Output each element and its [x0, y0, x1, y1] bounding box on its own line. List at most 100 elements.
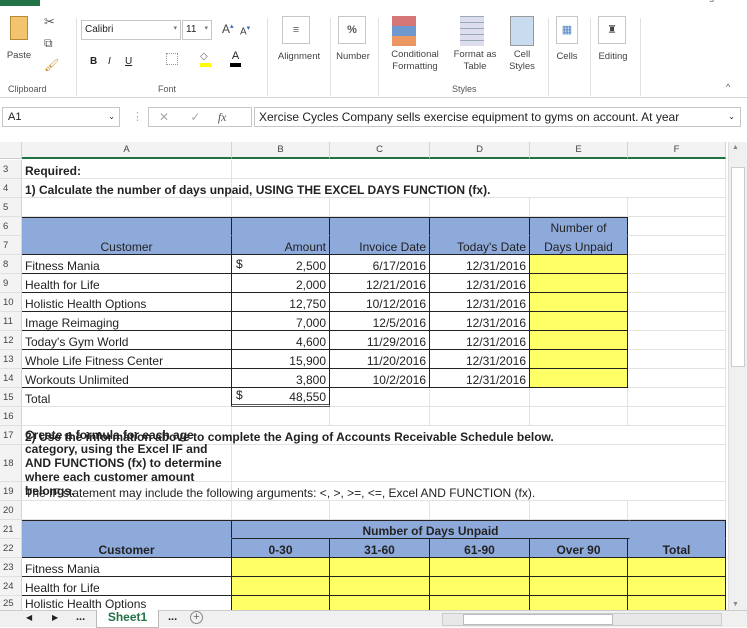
ribbon-tab-review[interactable]: REVIEW [440, 0, 479, 3]
more-sheets-left[interactable]: ... [76, 611, 85, 623]
ribbon-tab-view[interactable]: VIEW [500, 0, 526, 3]
cell-C5[interactable] [330, 198, 430, 217]
cell-D15[interactable] [430, 388, 530, 407]
column-header-B[interactable]: B [232, 142, 330, 159]
cell-E12[interactable] [530, 331, 628, 350]
cell-C13[interactable]: 11/20/2016 [330, 350, 430, 369]
cell-E6[interactable]: Number of [530, 217, 628, 236]
cell-B6[interactable] [232, 217, 330, 236]
cell-C12[interactable]: 11/29/2016 [330, 331, 430, 350]
cell-E10[interactable] [530, 293, 628, 312]
cell-E7[interactable]: Days Unpaid [530, 236, 628, 255]
cell-styles-button[interactable]: Cell Styles [500, 49, 544, 73]
cell-C7[interactable]: Invoice Date [330, 236, 430, 255]
sign-in-link[interactable]: Sign in [700, 0, 731, 3]
editing-button[interactable]: Editing [592, 51, 634, 63]
cell-E3[interactable] [530, 160, 628, 179]
select-all-button[interactable] [0, 142, 22, 159]
cell-F7[interactable] [628, 236, 726, 255]
cell-B25[interactable] [232, 596, 330, 610]
cell-A10[interactable]: Holistic Health Options [22, 293, 232, 312]
underline-button[interactable]: U [125, 56, 132, 67]
next-sheet-icon[interactable]: ▶ [52, 613, 58, 622]
cell-F4[interactable] [628, 179, 726, 198]
column-header-C[interactable]: C [330, 142, 430, 159]
cell-F21[interactable] [628, 520, 726, 539]
cell-B23[interactable] [232, 558, 330, 577]
cell-A11[interactable]: Image Reimaging [22, 312, 232, 331]
cell-A7[interactable]: Customer [22, 236, 232, 255]
cell-A21[interactable] [22, 520, 232, 539]
cell-F24[interactable] [628, 577, 726, 596]
cell-D9[interactable]: 12/31/2016 [430, 274, 530, 293]
row-header-7[interactable]: 7 [0, 236, 22, 255]
row-header-16[interactable]: 16 [0, 407, 22, 426]
row-header-5[interactable]: 5 [0, 198, 22, 217]
cell-C22[interactable]: 31-60 [330, 539, 430, 558]
cell-E17[interactable] [530, 426, 628, 445]
cancel-icon[interactable]: ✕ [159, 110, 169, 124]
cell-A6[interactable] [22, 217, 232, 236]
prev-sheet-icon[interactable]: ◀ [26, 613, 32, 622]
name-box[interactable]: A1 ⌄ [2, 107, 120, 127]
cell-D7[interactable]: Today's Date [430, 236, 530, 255]
cell-B3[interactable] [232, 160, 330, 179]
cell-E4[interactable] [530, 179, 628, 198]
cell-B10[interactable]: 12,750 [232, 293, 330, 312]
cell-F11[interactable] [628, 312, 726, 331]
cell-D24[interactable] [430, 577, 530, 596]
cell-F16[interactable] [628, 407, 726, 426]
cell-A3[interactable]: Required: [22, 160, 232, 179]
cell-E24[interactable] [530, 577, 628, 596]
ribbon-tab-home[interactable]: HOME [70, 0, 100, 3]
cell-F19[interactable] [628, 482, 726, 501]
cell-A19[interactable]: The IF statement may include the followi… [22, 482, 535, 501]
cell-B5[interactable] [232, 198, 330, 217]
cell-A20[interactable] [22, 501, 232, 520]
cell-E16[interactable] [530, 407, 628, 426]
row-header-13[interactable]: 13 [0, 350, 22, 369]
cut-icon[interactable]: ✂ [44, 14, 55, 30]
number-button[interactable]: Number [330, 51, 376, 63]
format-painter-icon[interactable]: 🖌 [44, 58, 59, 72]
cell-B11[interactable]: 7,000 [232, 312, 330, 331]
conditional-formatting-button[interactable]: Conditional Formatting [380, 49, 450, 73]
cell-D18[interactable] [430, 445, 530, 482]
column-header-D[interactable]: D [430, 142, 530, 159]
cell-C9[interactable]: 12/21/2016 [330, 274, 430, 293]
cell-F25[interactable] [628, 596, 726, 610]
cell-E15[interactable] [530, 388, 628, 407]
spreadsheet-grid[interactable]: A B C D E F 3 Required: 4 1) Calculate the number… [0, 142, 728, 610]
cell-C6[interactable] [330, 217, 430, 236]
cell-C23[interactable] [330, 558, 430, 577]
cell-D19[interactable] [430, 482, 530, 501]
cell-D5[interactable] [430, 198, 530, 217]
cells-icon[interactable]: ▦ [556, 16, 578, 44]
cell-F13[interactable] [628, 350, 726, 369]
copy-icon[interactable]: ⧉ [44, 36, 53, 51]
row-header-9[interactable]: 9 [0, 274, 22, 293]
cell-A4[interactable]: 1) Calculate the number of days unpaid, … [22, 179, 490, 198]
cell-C20[interactable] [330, 501, 430, 520]
fill-color-icon[interactable]: ◇ [200, 51, 211, 67]
cell-B14[interactable]: 3,800 [232, 369, 330, 388]
row-header-20[interactable]: 20 [0, 501, 22, 520]
cell-E23[interactable] [530, 558, 628, 577]
new-sheet-icon[interactable]: + [190, 611, 203, 624]
cell-A8[interactable]: Fitness Mania [22, 255, 232, 274]
cell-A25[interactable]: Holistic Health Options [22, 596, 232, 610]
cell-B20[interactable] [232, 501, 330, 520]
font-name-select[interactable]: Calibri ▾ [81, 20, 181, 40]
cell-B15[interactable]: 48,550 $ [232, 388, 330, 407]
cell-B24[interactable] [232, 577, 330, 596]
cell-F8[interactable] [628, 255, 726, 274]
cell-F9[interactable] [628, 274, 726, 293]
cell-C19[interactable] [330, 482, 430, 501]
cell-A13[interactable]: Whole Life Fitness Center [22, 350, 232, 369]
number-icon[interactable]: % [338, 16, 366, 44]
cell-A22[interactable]: Customer [22, 539, 232, 558]
ribbon-tab-insert[interactable]: INSERT [140, 0, 177, 3]
cell-E5[interactable] [530, 198, 628, 217]
cell-D12[interactable]: 12/31/2016 [430, 331, 530, 350]
shrink-font-icon[interactable]: A▾ [240, 24, 250, 37]
